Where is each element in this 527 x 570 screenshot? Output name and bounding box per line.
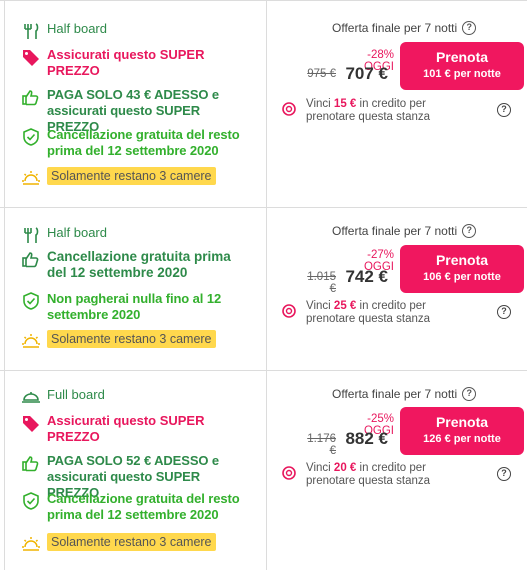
room-features: Half board Cancellazione gratuita prima … <box>4 208 267 370</box>
credit-text: Vinci 15 € in credito per prenotare ques… <box>306 98 478 124</box>
feature-item: Solamente restano 3 camere <box>21 167 216 186</box>
thumbs-up-icon <box>22 90 39 106</box>
book-button[interactable]: Prenota 126 € per notte <box>400 407 524 455</box>
room-offer-row: Half board Assicurati questo SUPER PREZZ… <box>0 0 527 208</box>
fork-knife-icon <box>24 23 39 39</box>
credit-prefix: Vinci <box>306 98 334 110</box>
room-features: Half board Assicurati questo SUPER PREZZ… <box>4 1 267 207</box>
feature-item: Cancellazione gratuita prima del 12 sett… <box>21 249 252 281</box>
feature-item: Assicurati questo SUPER PREZZO <box>21 47 247 79</box>
thumbs-up-icon <box>22 252 39 268</box>
old-price: 1.015 € <box>307 271 336 295</box>
credit-prefix: Vinci <box>306 462 334 474</box>
per-night-price: 101 € per notte <box>423 68 501 80</box>
tag-icon <box>23 416 39 432</box>
feature-item: Cancellazione gratuita del resto prima d… <box>21 127 247 159</box>
feature-text: Non pagherai nulla fino al 12 settembre … <box>47 291 222 322</box>
feature-item: Assicurati questo SUPER PREZZO <box>21 413 247 445</box>
feature-item: Solamente restano 3 camere <box>21 533 216 552</box>
book-button-label: Prenota <box>435 414 489 430</box>
tag-icon <box>23 50 39 66</box>
coin-icon <box>282 102 296 116</box>
final-price: 742 € <box>345 267 388 286</box>
shield-check-icon <box>23 128 39 146</box>
room-pricing: Offerta finale per 7 notti ? -25% OGGI 1… <box>268 371 527 570</box>
room-pricing: Offerta finale per 7 notti ? -28% OGGI 9… <box>268 1 527 207</box>
room-offer-row: Full board Assicurati questo SUPER PREZZ… <box>0 371 527 570</box>
old-price: 975 € <box>307 68 336 80</box>
book-button[interactable]: Prenota 101 € per notte <box>400 42 524 90</box>
old-price: 1.176 € <box>307 433 336 457</box>
credit-info: Vinci 20 € in credito per prenotare ques… <box>282 462 478 488</box>
credit-text: Vinci 25 € in credito per prenotare ques… <box>306 300 478 326</box>
board-type: Half board <box>21 225 107 244</box>
feature-item: Solamente restano 3 camere <box>21 330 216 349</box>
coin-icon <box>282 466 296 480</box>
feature-item: Non pagherai nulla fino al 12 settembre … <box>21 291 247 323</box>
room-pricing: Offerta finale per 7 notti ? -27% OGGI 1… <box>268 208 527 370</box>
availability-badge: Solamente restano 3 camere <box>47 330 216 348</box>
book-button-label: Prenota <box>435 252 489 268</box>
offer-label-text: Offerta finale per 7 notti <box>332 224 458 238</box>
room-features: Full board Assicurati questo SUPER PREZZ… <box>4 371 267 570</box>
offer-label: Offerta finale per 7 notti ? <box>332 224 477 238</box>
feature-text: Assicurati questo SUPER PREZZO <box>47 413 205 444</box>
room-offer-row: Half board Cancellazione gratuita prima … <box>0 208 527 371</box>
feature-text: Cancellazione gratuita del resto prima d… <box>47 127 240 158</box>
book-button-label: Prenota <box>435 49 489 65</box>
credit-info: Vinci 15 € in credito per prenotare ques… <box>282 98 478 124</box>
question-circle-icon[interactable]: ? <box>462 224 477 238</box>
credit-amount: 20 € <box>333 462 357 474</box>
question-circle-icon[interactable]: ? <box>497 103 511 117</box>
offer-label: Offerta finale per 7 notti ? <box>332 21 477 35</box>
sun-icon <box>22 537 40 551</box>
question-circle-icon[interactable]: ? <box>497 467 511 481</box>
credit-amount: 15 € <box>333 98 357 110</box>
fork-knife-icon <box>24 227 39 243</box>
board-type: Full board <box>21 387 105 406</box>
offer-label: Offerta finale per 7 notti ? <box>332 387 477 401</box>
board-type: Half board <box>21 21 107 40</box>
board-label: Full board <box>47 387 105 402</box>
per-night-price: 106 € per notte <box>423 271 501 283</box>
final-price: 882 € <box>345 429 388 448</box>
question-circle-icon[interactable]: ? <box>462 21 477 35</box>
board-label: Half board <box>47 225 107 240</box>
question-circle-icon[interactable]: ? <box>497 305 511 319</box>
sun-icon <box>22 334 40 348</box>
question-circle-icon[interactable]: ? <box>462 387 477 401</box>
credit-amount: 25 € <box>333 300 357 312</box>
sun-icon <box>22 171 40 185</box>
per-night-price: 126 € per notte <box>423 433 501 445</box>
coin-icon <box>282 304 296 318</box>
feature-text: Assicurati questo SUPER PREZZO <box>47 47 205 78</box>
feature-item: Cancellazione gratuita del resto prima d… <box>21 491 247 523</box>
final-price: 707 € <box>345 64 388 83</box>
feature-text: Cancellazione gratuita prima del 12 sett… <box>47 249 231 280</box>
offer-label-text: Offerta finale per 7 notti <box>332 21 458 35</box>
thumbs-up-icon <box>22 456 39 472</box>
board-label: Half board <box>47 21 107 36</box>
book-button[interactable]: Prenota 106 € per notte <box>400 245 524 293</box>
credit-prefix: Vinci <box>306 300 334 312</box>
availability-badge: Solamente restano 3 camere <box>47 533 216 551</box>
shield-check-icon <box>23 292 39 310</box>
credit-text: Vinci 20 € in credito per prenotare ques… <box>306 462 478 488</box>
shield-check-icon <box>23 492 39 510</box>
feature-text: Cancellazione gratuita del resto prima d… <box>47 491 240 522</box>
credit-info: Vinci 25 € in credito per prenotare ques… <box>282 300 478 326</box>
availability-badge: Solamente restano 3 camere <box>47 167 216 185</box>
offer-label-text: Offerta finale per 7 notti <box>332 387 458 401</box>
cloche-icon <box>22 392 40 403</box>
